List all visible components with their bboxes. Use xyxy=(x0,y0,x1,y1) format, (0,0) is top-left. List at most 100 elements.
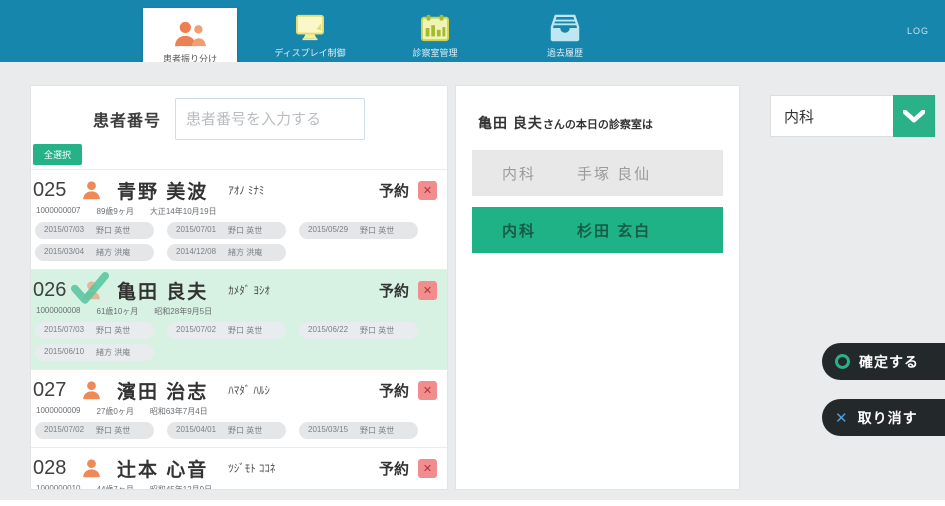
visit-date: 2015/05/29 xyxy=(308,225,348,236)
patient-number: 027 xyxy=(33,379,79,402)
chevron-down-icon xyxy=(893,95,935,137)
tab-past-history[interactable]: 過去履歴 xyxy=(510,6,620,62)
person-icon xyxy=(79,278,105,302)
person-icon xyxy=(79,456,105,480)
confirm-circle-icon xyxy=(835,354,850,369)
select-all-button[interactable]: 全選択 xyxy=(33,144,82,165)
patient-id: 1000000008 xyxy=(36,306,81,317)
visit-doctor: 緒方 洪庵 xyxy=(96,247,130,258)
patient-age: 61歳10ヶ月 xyxy=(97,306,139,317)
visit-date: 2015/04/01 xyxy=(176,425,216,436)
remove-reservation-button[interactable]: ✕ xyxy=(418,381,437,400)
visit-history-pill: 2015/07/01 野口 英世 xyxy=(167,222,286,239)
patient-number: 028 xyxy=(33,457,79,480)
patient-age: 89歳9ヶ月 xyxy=(97,206,134,217)
room-doctor: 杉田 玄白 xyxy=(577,220,651,241)
visit-doctor: 野口 英世 xyxy=(228,325,262,336)
patient-id: 1000000007 xyxy=(36,206,81,217)
visit-date: 2015/07/03 xyxy=(44,325,84,336)
archive-icon xyxy=(548,12,582,44)
visit-history-pill: 2015/03/15 野口 英世 xyxy=(299,422,418,439)
cancel-button[interactable]: ✕ 取り消す xyxy=(822,399,945,436)
visit-history-pill: 2015/07/03野口 英世 xyxy=(35,222,154,239)
header-bar: 患者振り分け ディスプレイ制御 診察室管理 xyxy=(0,0,945,62)
patient-number-input[interactable] xyxy=(175,98,365,140)
patient-id: 1000000009 xyxy=(36,406,81,417)
remove-reservation-button[interactable]: ✕ xyxy=(418,281,437,300)
patient-birthdate: 昭和45年12月9日 xyxy=(150,484,212,490)
visit-history: 2015/07/03野口 英世 2015/07/01 野口 英世 2015/05/… xyxy=(33,222,441,263)
exam-room-title: 亀田 良夫さんの本日の診察室は xyxy=(456,86,739,133)
visit-history-pill: 2015/06/10 緒方 洪庵 xyxy=(35,344,154,361)
visit-date: 2015/07/01 xyxy=(176,225,216,236)
patient-birthdate: 昭和63年7月4日 xyxy=(150,406,208,417)
visit-date: 2015/07/02 xyxy=(44,425,84,436)
calendar-icon xyxy=(418,12,452,44)
tab-label: 過去履歴 xyxy=(547,46,583,59)
reserve-label: 予約 xyxy=(379,280,409,301)
visit-history-pill: 2015/04/01 野口 英世 xyxy=(167,422,286,439)
department-select[interactable]: 内科 xyxy=(770,95,936,137)
log-link[interactable]: LOG xyxy=(907,26,929,36)
patient-row[interactable]: 027 濱田 治志 ﾊﾏﾀﾞ ﾊﾙｼ 予約 ✕ 1000000009 27歳0ヶ… xyxy=(31,369,447,447)
visit-doctor: 野口 英世 xyxy=(360,425,394,436)
selected-check-icon xyxy=(71,272,109,305)
patient-name: 亀田 良夫 xyxy=(117,277,208,304)
visit-history-pill: 2014/12/08緒方 洪庵 xyxy=(167,244,286,261)
visit-doctor: 野口 英世 xyxy=(228,425,262,436)
visit-history: 2015/07/02 野口 英世 2015/04/01 野口 英世 2015/03/… xyxy=(33,422,441,441)
visit-history-pill: 2015/05/29野口 英世 xyxy=(299,222,418,239)
patient-age: 44歳7ヶ月 xyxy=(97,484,134,490)
patient-id: 1000000010 xyxy=(36,484,81,490)
person-icon xyxy=(79,378,105,402)
exam-room-option[interactable]: 内科 手塚 良仙 xyxy=(472,150,723,196)
patient-birthdate: 昭和28年9月5日 xyxy=(154,306,212,317)
visit-history-pill: 2015/07/02 野口 英世 xyxy=(35,422,154,439)
exam-room-panel: 亀田 良夫さんの本日の診察室は 内科 手塚 良仙 内科 杉田 玄白 xyxy=(455,85,740,490)
visit-date: 2015/06/10 xyxy=(44,347,84,358)
visit-history-pill: 2015/07/03 野口 英世 xyxy=(35,322,154,339)
visit-date: 2015/03/15 xyxy=(308,425,348,436)
room-department: 内科 xyxy=(502,163,577,184)
patient-row[interactable]: 025 青野 美波 ｱｵﾉ ﾐﾅﾐ 予約 ✕ 1000000007 89歳9ヶ月… xyxy=(31,169,447,269)
display-icon xyxy=(293,12,327,44)
patient-name: 辻本 心音 xyxy=(117,455,208,482)
tab-display-control[interactable]: ディスプレイ制御 xyxy=(255,6,365,62)
visit-date: 2015/03/04 xyxy=(44,247,84,258)
visit-history-pill: 2015/07/02 野口 英世 xyxy=(167,322,286,339)
cancel-button-label: 取り消す xyxy=(858,408,918,428)
exam-room-option-selected[interactable]: 内科 杉田 玄白 xyxy=(472,207,723,253)
visit-history-pill: 2015/06/22野口 英世 xyxy=(299,322,418,339)
remove-reservation-button[interactable]: ✕ xyxy=(418,459,437,478)
reserve-label: 予約 xyxy=(379,380,409,401)
tab-label: ディスプレイ制御 xyxy=(274,46,345,59)
visit-history-pill: 2015/03/04 緒方 洪庵 xyxy=(35,244,154,261)
patient-number-search: 患者番号 xyxy=(31,86,447,144)
tab-label: 診察室管理 xyxy=(412,46,457,59)
confirm-button[interactable]: 確定する xyxy=(822,343,945,380)
exam-room-title-suffix: さんの本日の診察室は xyxy=(543,119,653,131)
cancel-x-icon: ✕ xyxy=(835,409,849,427)
exam-room-title-name: 亀田 良夫 xyxy=(478,115,543,131)
visit-doctor: 野口 英世 xyxy=(96,425,130,436)
patient-age: 27歳0ヶ月 xyxy=(97,406,134,417)
patient-kana: ﾂｼﾞﾓﾄ ｺｺﾈ xyxy=(228,460,275,476)
tab-exam-room-management[interactable]: 診察室管理 xyxy=(380,6,490,62)
visit-doctor: 緒方 洪庵 xyxy=(228,247,262,258)
patient-kana: ﾊﾏﾀﾞ ﾊﾙｼ xyxy=(228,382,270,398)
patient-row[interactable]: 028 辻本 心音 ﾂｼﾞﾓﾄ ｺｺﾈ 予約 ✕ 1000000010 44歳7… xyxy=(31,447,447,490)
visit-doctor: 野口 英世 xyxy=(360,325,394,336)
visit-doctor: 緒方 洪庵 xyxy=(96,347,130,358)
visit-doctor: 野口 英世 xyxy=(228,225,262,236)
remove-reservation-button[interactable]: ✕ xyxy=(418,181,437,200)
visit-doctor: 野口 英世 xyxy=(96,325,130,336)
patient-row[interactable]: 026 亀田 良夫 ｶﾒﾀﾞ ﾖｼｵ 予約 ✕ 1000000008 61歳10… xyxy=(31,269,447,369)
visit-date: 2015/07/03 xyxy=(44,225,84,236)
visit-date: 2015/07/02 xyxy=(176,325,216,336)
visit-history: 2015/07/03 野口 英世 2015/07/02 野口 英世 2015/06/… xyxy=(33,322,441,363)
patient-name: 青野 美波 xyxy=(117,177,208,204)
tab-patient-sorting[interactable]: 患者振り分け xyxy=(143,8,237,68)
patients-icon xyxy=(173,18,207,50)
patient-name: 濱田 治志 xyxy=(117,377,208,404)
room-doctor: 手塚 良仙 xyxy=(577,163,651,184)
